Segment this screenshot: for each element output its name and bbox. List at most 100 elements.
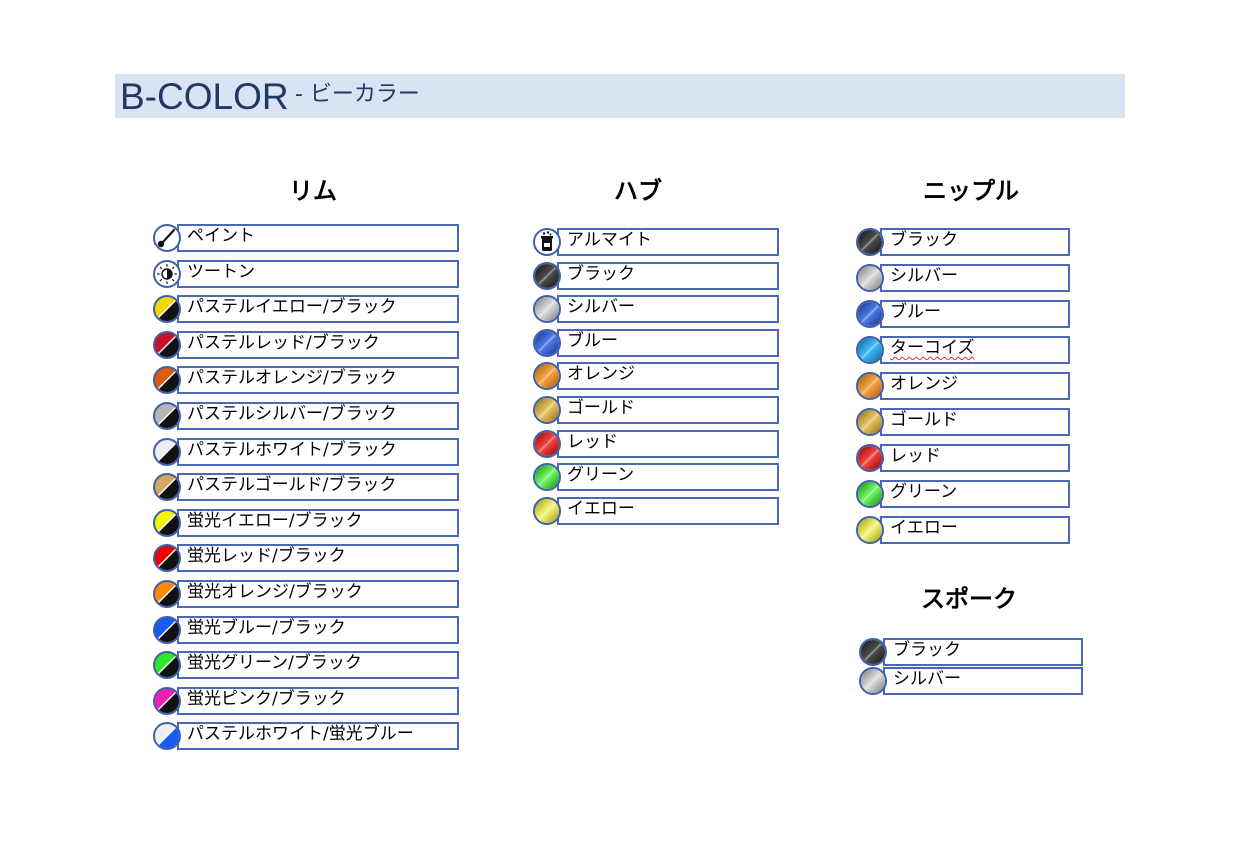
color-option-label: オレンジ [890, 374, 958, 394]
color-swatch [153, 295, 181, 323]
nipple-section-title: ニップル [923, 177, 1019, 205]
color-swatch [153, 651, 181, 679]
color-option-label: パステルレッド/ブラック [187, 333, 380, 353]
color-swatch [856, 516, 884, 544]
color-option-label: パステルオレンジ/ブラック [187, 368, 397, 388]
color-option-item: ゴールド [533, 396, 779, 424]
color-option-item: パステルオレンジ/ブラック [153, 366, 459, 394]
color-option-item: レッド [856, 444, 1070, 472]
color-option-label: オレンジ [567, 364, 635, 384]
color-option-item: パステルホワイト/ブラック [153, 438, 459, 466]
color-option-label: シルバー [893, 669, 961, 689]
color-option-item: 蛍光グリーン/ブラック [153, 651, 459, 679]
color-option-item: 蛍光オレンジ/ブラック [153, 580, 459, 608]
color-swatch [856, 408, 884, 436]
color-option-item: パステルイエロー/ブラック [153, 295, 459, 323]
color-option-item: ゴールド [856, 408, 1070, 436]
color-option-label: ゴールド [890, 410, 958, 430]
rim-section-title: リム [289, 177, 337, 205]
color-swatch [533, 430, 561, 458]
color-option-item: グリーン [533, 463, 779, 491]
color-swatch [153, 509, 181, 537]
color-swatch [153, 687, 181, 715]
color-swatch [533, 295, 561, 323]
color-option-label: ツートン [187, 262, 255, 282]
color-option-label: 蛍光イエロー/ブラック [187, 511, 363, 531]
color-option-label: ペイント [187, 226, 255, 246]
color-option-item: シルバー [859, 667, 1083, 695]
color-option-item: シルバー [856, 264, 1070, 292]
color-swatch [533, 463, 561, 491]
color-swatch [153, 402, 181, 430]
hub-section-title: ハブ [614, 177, 662, 205]
color-option-label: ブラック [890, 230, 958, 250]
color-option-label: シルバー [567, 297, 635, 317]
color-option-item: イエロー [856, 516, 1070, 544]
color-option-label: イエロー [567, 499, 635, 519]
color-option-item: ツートン [153, 260, 459, 288]
color-option-item: ブルー [533, 329, 779, 357]
color-option-label: ブラック [893, 640, 961, 660]
color-option-item: パステルホワイト/蛍光ブルー [153, 722, 459, 750]
color-option-label: 蛍光オレンジ/ブラック [187, 582, 363, 602]
color-swatch [153, 580, 181, 608]
color-option-label: アルマイト [567, 230, 652, 250]
color-option-item: オレンジ [533, 362, 779, 390]
color-option-label: パステルゴールド/ブラック [187, 475, 397, 495]
color-swatch [533, 396, 561, 424]
color-option-label: ターコイズ [890, 338, 975, 358]
color-swatch [533, 362, 561, 390]
color-option-label: ブルー [890, 302, 941, 322]
two-tone-sun-icon [153, 260, 181, 288]
color-option-item: パステルゴールド/ブラック [153, 473, 459, 501]
color-option-item: ブラック [859, 638, 1083, 666]
color-swatch [533, 262, 561, 290]
color-option-item: シルバー [533, 295, 779, 323]
color-swatch [856, 264, 884, 292]
color-swatch [856, 336, 884, 364]
color-swatch [153, 438, 181, 466]
color-option-item: パステルシルバー/ブラック [153, 402, 459, 430]
anodize-beaker-icon [533, 228, 561, 256]
color-option-label: ブラック [567, 264, 635, 284]
color-swatch [153, 722, 181, 750]
color-swatch [856, 228, 884, 256]
color-option-label: ゴールド [567, 398, 635, 418]
color-option-label: グリーン [890, 482, 958, 502]
color-option-item: 蛍光レッド/ブラック [153, 544, 459, 572]
color-option-label: パステルホワイト/蛍光ブルー [187, 724, 414, 744]
color-option-item: ターコイズ [856, 336, 1070, 364]
color-option-label: シルバー [890, 266, 958, 286]
color-swatch [153, 616, 181, 644]
color-swatch [859, 638, 887, 666]
color-option-label: 蛍光グリーン/ブラック [187, 653, 362, 673]
color-option-label: 蛍光ブルー/ブラック [187, 618, 346, 638]
color-option-item: グリーン [856, 480, 1070, 508]
page-title: B-COLOR [120, 76, 289, 117]
color-option-item: レッド [533, 430, 779, 458]
color-swatch [153, 544, 181, 572]
color-option-label: パステルシルバー/ブラック [187, 404, 397, 424]
color-option-item: ブルー [856, 300, 1070, 328]
page-subtitle: - ビーカラー [295, 82, 420, 107]
spoke-section-title: スポーク [921, 585, 1017, 613]
color-option-item: ペイント [153, 224, 459, 252]
color-swatch [533, 497, 561, 525]
color-swatch [153, 366, 181, 394]
color-option-item: 蛍光ブルー/ブラック [153, 616, 459, 644]
color-option-item: ブラック [533, 262, 779, 290]
color-option-item: 蛍光ピンク/ブラック [153, 687, 459, 715]
color-option-label: ブルー [567, 331, 618, 351]
color-option-label: 蛍光ピンク/ブラック [187, 689, 346, 709]
color-option-label: イエロー [890, 518, 958, 538]
color-option-label: パステルイエロー/ブラック [187, 297, 397, 317]
color-swatch [533, 329, 561, 357]
color-option-item: オレンジ [856, 372, 1070, 400]
color-option-label: パステルホワイト/ブラック [187, 440, 397, 460]
color-swatch [153, 331, 181, 359]
color-swatch [856, 444, 884, 472]
paintbrush-icon [153, 224, 181, 252]
color-option-item: アルマイト [533, 228, 779, 256]
color-swatch [856, 480, 884, 508]
color-option-item: パステルレッド/ブラック [153, 331, 459, 359]
